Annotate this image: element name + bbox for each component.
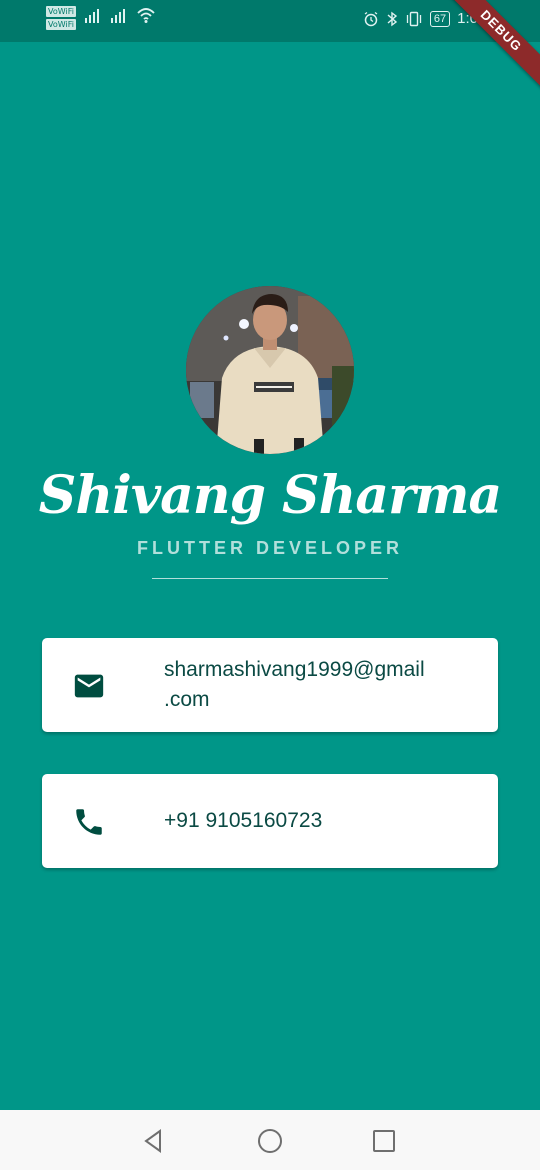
bluetooth-icon	[387, 11, 398, 26]
recents-square-icon[interactable]	[370, 1127, 398, 1155]
profile-avatar	[186, 286, 354, 454]
profile-title: FLUTTER DEVELOPER	[136, 538, 403, 558]
email-text: sharmashivang1999@gmail​.com	[164, 658, 425, 711]
phone-card[interactable]: +91 9105160723	[42, 774, 498, 868]
email-card[interactable]: sharmashivang1999@gmail​.com	[42, 638, 498, 732]
mail-icon	[74, 674, 104, 698]
signal-icon-1	[84, 9, 99, 23]
avatar-photo	[186, 286, 354, 454]
wifi-icon	[137, 8, 155, 23]
alarm-icon	[364, 11, 378, 26]
vowifi-stack: VoWiFi VoWiFi	[46, 6, 76, 30]
phone-text: +91 9105160723	[164, 809, 323, 832]
home-circle-icon[interactable]	[256, 1127, 284, 1155]
status-bar: VoWiFi VoWiFi 67 1:0	[0, 0, 540, 42]
profile-name: Shivang Sharma	[38, 465, 502, 526]
status-right: 67 1:0	[363, 10, 478, 27]
signal-icon-2	[110, 9, 125, 23]
phone-icon	[76, 809, 102, 835]
system-nav-bar	[0, 1110, 540, 1170]
vibrate-icon	[406, 11, 422, 26]
back-triangle-icon[interactable]	[140, 1127, 168, 1155]
status-left: VoWiFi VoWiFi	[46, 6, 156, 30]
divider	[152, 578, 388, 579]
battery-indicator: 67	[429, 10, 451, 27]
vowifi-badge-2: VoWiFi	[46, 19, 76, 30]
vowifi-badge-1: VoWiFi	[46, 6, 76, 17]
